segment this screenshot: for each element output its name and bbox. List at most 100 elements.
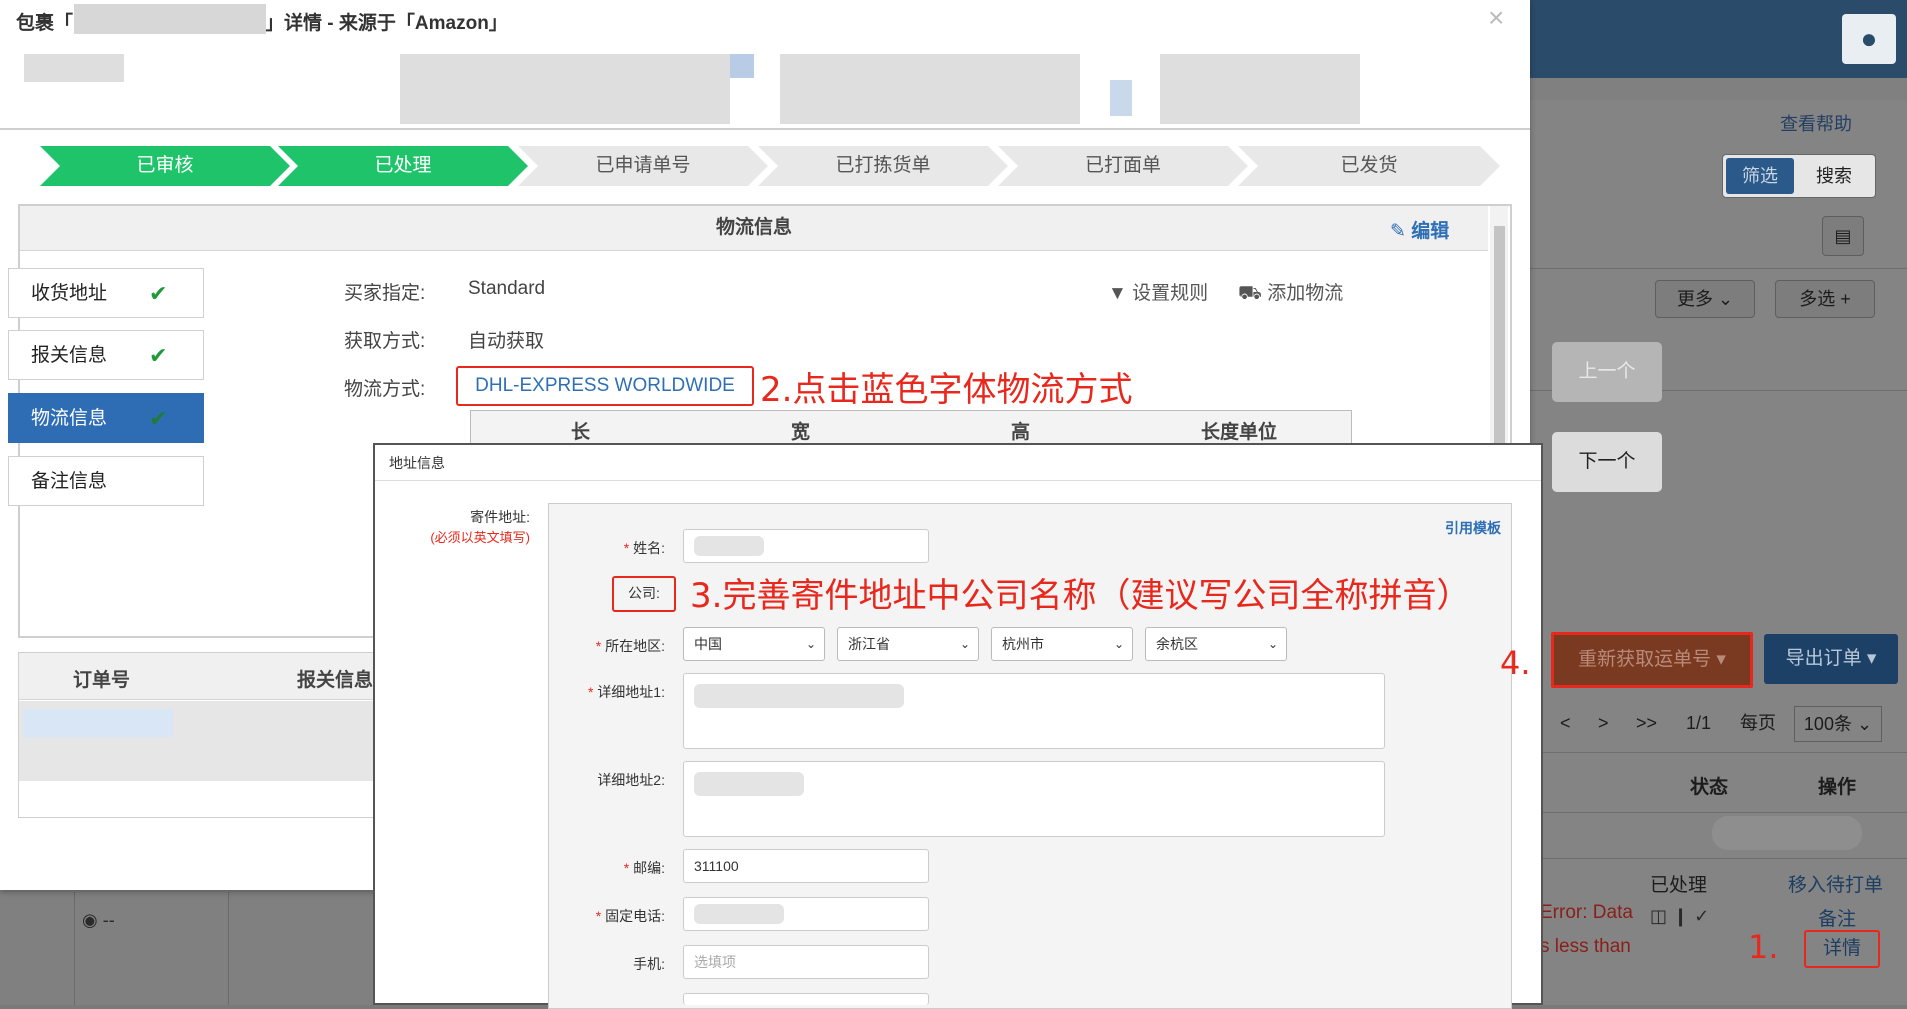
row-icons[interactable]: ◫❙✓ xyxy=(1650,906,1715,927)
step-applied-number: 已申请单号 xyxy=(518,146,768,186)
side-label: 物流信息 xyxy=(31,408,108,429)
pager-page: 1/1 xyxy=(1686,713,1712,733)
address1-textarea[interactable] xyxy=(683,673,1385,749)
pager-prev[interactable]: < xyxy=(1560,704,1571,742)
city-select[interactable]: 杭州市 ⌄ xyxy=(991,627,1133,661)
dim-width: 宽 xyxy=(791,422,811,443)
annotation-step-4: 4. xyxy=(1500,644,1531,682)
address1-label: * 详细地址1: xyxy=(587,684,665,700)
step-audited: 已审核 xyxy=(40,146,290,186)
address-dialog: 地址信息 寄件地址: (必须以英文填写) 引用模板 * 姓名: 公司: * 所在… xyxy=(373,443,1543,1009)
per-page-value: 100条 xyxy=(1803,714,1852,734)
extra-input[interactable] xyxy=(683,993,929,1005)
annotation-step-1: 1. xyxy=(1748,928,1779,966)
chevron-down-icon: ⌄ xyxy=(1113,637,1124,651)
col-status: 状态 xyxy=(1690,777,1729,798)
set-rule-button[interactable]: ▼ 设置规则 xyxy=(1108,278,1208,305)
zip-label: * 邮编: xyxy=(623,860,665,876)
refetch-tracking-button[interactable]: 重新获取运单号 ▾ xyxy=(1551,632,1753,688)
help-link[interactable]: 查看帮助 xyxy=(1780,110,1852,136)
cell-dash: -- xyxy=(102,910,115,930)
sidebar-item-logistics[interactable]: 物流信息 ✔ xyxy=(8,393,204,443)
check-icon: ✔ xyxy=(149,343,168,368)
col-order-no: 订单号 xyxy=(73,670,131,691)
sender-label: 寄件地址: xyxy=(470,509,530,525)
address2-textarea[interactable] xyxy=(683,761,1385,837)
per-page-label: 每页 xyxy=(1740,713,1776,733)
redacted-package-id xyxy=(74,4,266,34)
title-prefix: 包裹「 xyxy=(16,13,74,34)
buyer-label: 买家指定: xyxy=(344,283,426,304)
title-suffix: 」详情 - 来源于「Amazon」 xyxy=(265,13,508,34)
error-text: Error: Data xyxy=(1540,902,1633,923)
step-printed-picklist: 已打拣货单 xyxy=(758,146,1008,186)
check-icon: ✔ xyxy=(149,281,168,306)
tab-search[interactable]: 搜索 xyxy=(1800,158,1868,194)
export-label: 导出订单 xyxy=(1785,648,1862,669)
edit-icon: ✎ xyxy=(1390,221,1406,242)
user-icon[interactable]: ● xyxy=(1842,14,1896,64)
sidebar-item-customs[interactable]: 报关信息 ✔ xyxy=(8,330,204,380)
country-select[interactable]: 中国 ⌄ xyxy=(683,627,825,661)
refetch-label: 重新获取运单号 xyxy=(1578,649,1712,670)
method-label: 物流方式: xyxy=(344,379,426,400)
order-table-header: 订单号 报关信息 xyxy=(19,653,379,700)
caret-down-icon: ▾ xyxy=(1716,649,1726,670)
zip-input[interactable]: 311100 xyxy=(683,849,929,883)
next-button[interactable]: 下一个 xyxy=(1552,432,1662,492)
error-text: s less than xyxy=(1540,936,1631,957)
more-label: 更多 xyxy=(1676,289,1713,309)
set-rule-label: 设置规则 xyxy=(1132,283,1209,304)
collapse-icon[interactable]: ▤ xyxy=(1822,216,1864,256)
mobile-input[interactable]: 选填项 xyxy=(683,945,929,979)
check-icon: ✔ xyxy=(149,406,168,431)
tab-filter[interactable]: 筛选 xyxy=(1726,158,1794,194)
move-to-print-link[interactable]: 移入待打单 xyxy=(1788,870,1883,897)
pager-last[interactable]: >> xyxy=(1636,704,1657,742)
sidebar-item-notes[interactable]: 备注信息 xyxy=(8,456,204,506)
edit-button[interactable]: ✎ 编辑 xyxy=(1390,216,1449,243)
dim-unit: 长度单位 xyxy=(1201,422,1278,443)
sidebar-item-shipping-address[interactable]: 收货地址 ✔ xyxy=(8,268,204,318)
chevron-down-icon: ⌄ xyxy=(805,637,816,651)
divider xyxy=(1530,752,1907,753)
note-link[interactable]: 备注 xyxy=(1818,904,1856,931)
region-label: * 所在地区: xyxy=(595,638,665,654)
chevron-down-icon: ⌄ xyxy=(1267,637,1278,651)
step-shipped: 已发货 xyxy=(1238,146,1500,186)
mobile-label: 手机: xyxy=(633,956,665,972)
blurred-cell xyxy=(1712,816,1862,850)
export-orders-button[interactable]: 导出订单 ▾ xyxy=(1764,634,1898,684)
edit-label: 编辑 xyxy=(1411,221,1450,242)
more-dropdown[interactable]: 更多 ⌄ xyxy=(1655,280,1755,318)
phone-input[interactable] xyxy=(683,897,929,931)
logistics-method-link[interactable]: DHL-EXPRESS WORLDWIDE xyxy=(456,366,754,406)
row-status: 已处理 xyxy=(1650,875,1708,896)
sender-note: (必须以英文填写) xyxy=(430,530,530,545)
fetch-value: 自动获取 xyxy=(468,331,545,352)
divider xyxy=(1530,812,1907,813)
multi-select-button[interactable]: 多选 + xyxy=(1775,280,1875,318)
add-logistics-button[interactable]: ⛟ 添加物流 xyxy=(1238,278,1343,307)
side-label: 备注信息 xyxy=(31,471,108,492)
province-select[interactable]: 浙江省 ⌄ xyxy=(837,627,979,661)
per-page-select[interactable]: 100条 ⌄ xyxy=(1794,706,1882,742)
col-customs: 报关信息 xyxy=(297,670,374,691)
db-icon: ◉ -- xyxy=(82,910,115,930)
use-template-link[interactable]: 引用模板 xyxy=(1445,518,1501,538)
address-dialog-title: 地址信息 xyxy=(375,445,1541,481)
step-processed: 已处理 xyxy=(278,146,528,186)
divider xyxy=(228,892,229,1005)
pager-next[interactable]: > xyxy=(1598,704,1609,742)
detail-link[interactable]: 详情 xyxy=(1804,930,1880,968)
package-summary xyxy=(0,36,1530,130)
divider xyxy=(1530,268,1907,269)
name-input[interactable] xyxy=(683,529,929,563)
caret-down-icon: ▾ xyxy=(1866,648,1877,669)
filter-icon: ▼ xyxy=(1108,283,1127,304)
phone-label: * 固定电话: xyxy=(595,908,665,924)
prev-button[interactable]: 上一个 xyxy=(1552,342,1662,402)
side-label: 收货地址 xyxy=(31,283,108,304)
district-select[interactable]: 余杭区 ⌄ xyxy=(1145,627,1287,661)
close-icon[interactable]: × xyxy=(1488,2,1504,34)
